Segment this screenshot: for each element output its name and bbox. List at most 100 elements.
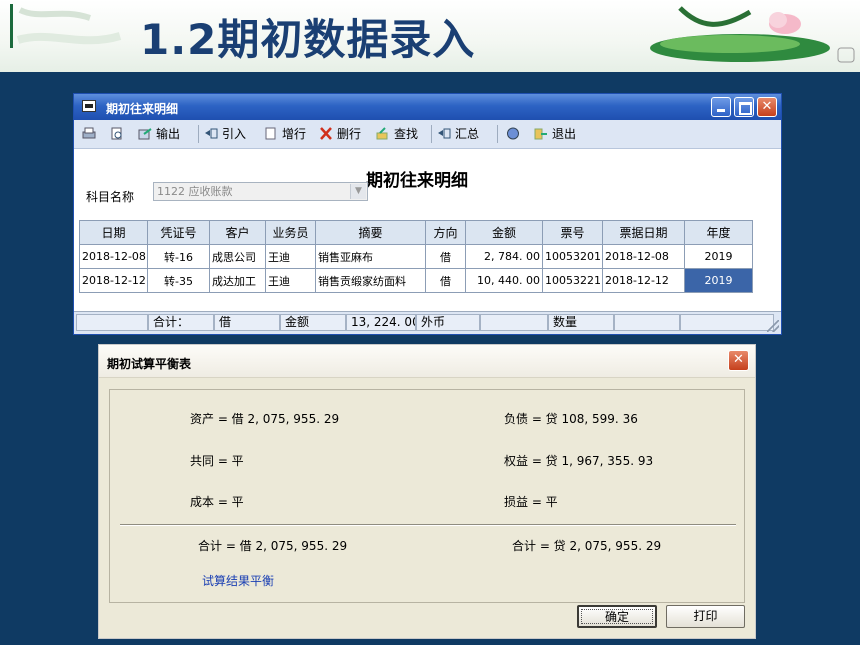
profit-loss-value: 损益 = 平 xyxy=(504,495,558,509)
cell-salesperson[interactable]: 王迪 xyxy=(265,268,316,293)
cell-amount[interactable]: 2, 784. 00 xyxy=(465,244,543,269)
print-button[interactable]: 打印 xyxy=(666,605,745,628)
cell-customer[interactable]: 成思公司 xyxy=(209,244,266,269)
summary-label: 汇总 xyxy=(455,127,480,141)
decorative-pattern-left xyxy=(10,4,122,48)
add-row-button[interactable]: 增行 xyxy=(264,126,306,142)
table-header-row: 日期 凭证号 客户 业务员 摘要 方向 金额 票号 票据日期 年度 xyxy=(79,220,753,245)
seal-icon xyxy=(837,47,855,63)
common-value: 共同 = 平 xyxy=(190,454,244,468)
toolbar-separator xyxy=(198,125,199,143)
summary-icon xyxy=(438,128,451,139)
window-title: 期初往来明细 xyxy=(106,102,179,116)
foreign-label: 外币 xyxy=(416,314,480,331)
find-button[interactable]: 查找 xyxy=(376,126,418,142)
toolbar-separator xyxy=(497,125,498,143)
balance-panel: 资产 = 借 2, 075, 955. 29 负债 = 贷 108, 599. … xyxy=(109,389,745,603)
preview-button[interactable] xyxy=(110,126,128,142)
total-direction: 借 xyxy=(214,314,280,331)
resize-grip[interactable] xyxy=(767,320,779,332)
cell-amount[interactable]: 10, 440. 00 xyxy=(465,268,543,293)
chevron-down-icon[interactable]: ▼ xyxy=(350,184,366,199)
output-label: 输出 xyxy=(156,127,181,141)
delete-row-button[interactable]: 删行 xyxy=(319,126,361,142)
minimize-button[interactable] xyxy=(711,97,731,117)
slide-title: 1.2期初数据录入 xyxy=(140,15,476,64)
column-header[interactable]: 票号 xyxy=(542,220,603,245)
print-button[interactable] xyxy=(82,126,100,142)
total-credit: 合计 = 贷 2, 075, 955. 29 xyxy=(512,539,662,553)
import-button[interactable]: 引入 xyxy=(204,126,246,142)
cell-bill-no[interactable]: 10053201 xyxy=(542,244,603,269)
cost-value: 成本 = 平 xyxy=(190,495,244,509)
cell-bill-date[interactable]: 2018-12-12 xyxy=(602,268,685,293)
cell-date[interactable]: 2018-12-08 xyxy=(79,244,148,269)
add-row-label: 增行 xyxy=(282,127,307,141)
column-header[interactable]: 金额 xyxy=(465,220,543,245)
cell-date[interactable]: 2018-12-12 xyxy=(79,268,148,293)
column-header[interactable]: 凭证号 xyxy=(147,220,210,245)
amount-label: 金额 xyxy=(280,314,346,331)
column-header[interactable]: 日期 xyxy=(79,220,148,245)
cell-summary[interactable]: 销售贡缎家纺面料 xyxy=(315,268,426,293)
trial-balance-dialog: 期初试算平衡表 ✕ 资产 = 借 2, 075, 955. 29 负债 = 贷 … xyxy=(98,344,756,639)
exit-button[interactable]: 退出 xyxy=(534,126,576,142)
table-row[interactable]: 2018-12-08 转-16 成思公司 王迪 销售亚麻布 借 2, 784. … xyxy=(79,244,753,269)
cell-bill-date[interactable]: 2018-12-08 xyxy=(602,244,685,269)
printer-icon xyxy=(82,127,96,139)
output-button[interactable]: 输出 xyxy=(138,126,180,142)
cell-bill-no[interactable]: 10053221 xyxy=(542,268,603,293)
subject-select[interactable]: 1122 应收账款 ▼ xyxy=(153,182,368,201)
exit-label: 退出 xyxy=(552,127,577,141)
window-titlebar: 期初往来明细 ✕ xyxy=(74,94,781,120)
liabilities-value: 负债 = 贷 108, 599. 36 xyxy=(504,412,638,426)
status-bar: 合计： 借 金额 13, 224. 00 外币 数量 xyxy=(74,311,781,334)
column-header[interactable]: 客户 xyxy=(209,220,266,245)
assets-value: 资产 = 借 2, 075, 955. 29 xyxy=(190,412,340,426)
cell-voucher[interactable]: 转-16 xyxy=(147,244,210,269)
export-icon xyxy=(138,128,152,140)
total-label: 合计： xyxy=(148,314,214,331)
total-debit: 合计 = 借 2, 075, 955. 29 xyxy=(198,539,348,553)
form-title: 期初往来明细 xyxy=(366,171,468,191)
import-icon xyxy=(205,128,218,139)
app-icon xyxy=(82,100,96,112)
details-table: 日期 凭证号 客户 业务员 摘要 方向 金额 票号 票据日期 年度 2018-1… xyxy=(79,220,753,293)
help-button[interactable] xyxy=(506,126,524,142)
slide-header: 1.2期初数据录入 xyxy=(0,0,860,72)
column-header[interactable]: 年度 xyxy=(684,220,753,245)
toolbar: 输出 引入 增行 删行 查找 汇总 退出 xyxy=(74,120,781,149)
equity-value: 权益 = 贷 1, 967, 355. 93 xyxy=(504,454,654,468)
ok-button[interactable]: 确定 xyxy=(577,605,657,628)
status-cell-empty xyxy=(680,314,774,331)
cell-year-selected[interactable]: 2019 xyxy=(684,268,753,293)
cell-summary[interactable]: 销售亚麻布 xyxy=(315,244,426,269)
exit-icon xyxy=(534,128,547,140)
subject-value: 1122 应收账款 xyxy=(157,185,233,198)
dialog-close-button[interactable]: ✕ xyxy=(728,350,749,371)
status-cell-empty xyxy=(76,314,148,331)
close-button[interactable]: ✕ xyxy=(757,97,777,117)
cell-voucher[interactable]: 转-35 xyxy=(147,268,210,293)
balance-result: 试算结果平衡 xyxy=(202,574,275,588)
summary-button[interactable]: 汇总 xyxy=(437,126,479,142)
delete-icon xyxy=(320,127,332,140)
quantity-label: 数量 xyxy=(548,314,614,331)
column-header[interactable]: 票据日期 xyxy=(602,220,685,245)
cell-direction[interactable]: 借 xyxy=(425,268,466,293)
cell-customer[interactable]: 成达加工 xyxy=(209,268,266,293)
column-header[interactable]: 方向 xyxy=(425,220,466,245)
divider xyxy=(120,524,736,526)
find-icon xyxy=(376,127,388,140)
cell-direction[interactable]: 借 xyxy=(425,244,466,269)
column-header[interactable]: 业务员 xyxy=(265,220,316,245)
status-cell-empty xyxy=(614,314,680,331)
cell-salesperson[interactable]: 王迪 xyxy=(265,244,316,269)
cell-year[interactable]: 2019 xyxy=(684,244,753,269)
delete-row-label: 删行 xyxy=(337,127,362,141)
column-header[interactable]: 摘要 xyxy=(315,220,426,245)
maximize-button[interactable] xyxy=(734,97,754,117)
subject-label: 科目名称 xyxy=(86,190,135,204)
table-row[interactable]: 2018-12-12 转-35 成达加工 王迪 销售贡缎家纺面料 借 10, 4… xyxy=(79,268,753,293)
dialog-titlebar: 期初试算平衡表 ✕ xyxy=(99,345,755,378)
